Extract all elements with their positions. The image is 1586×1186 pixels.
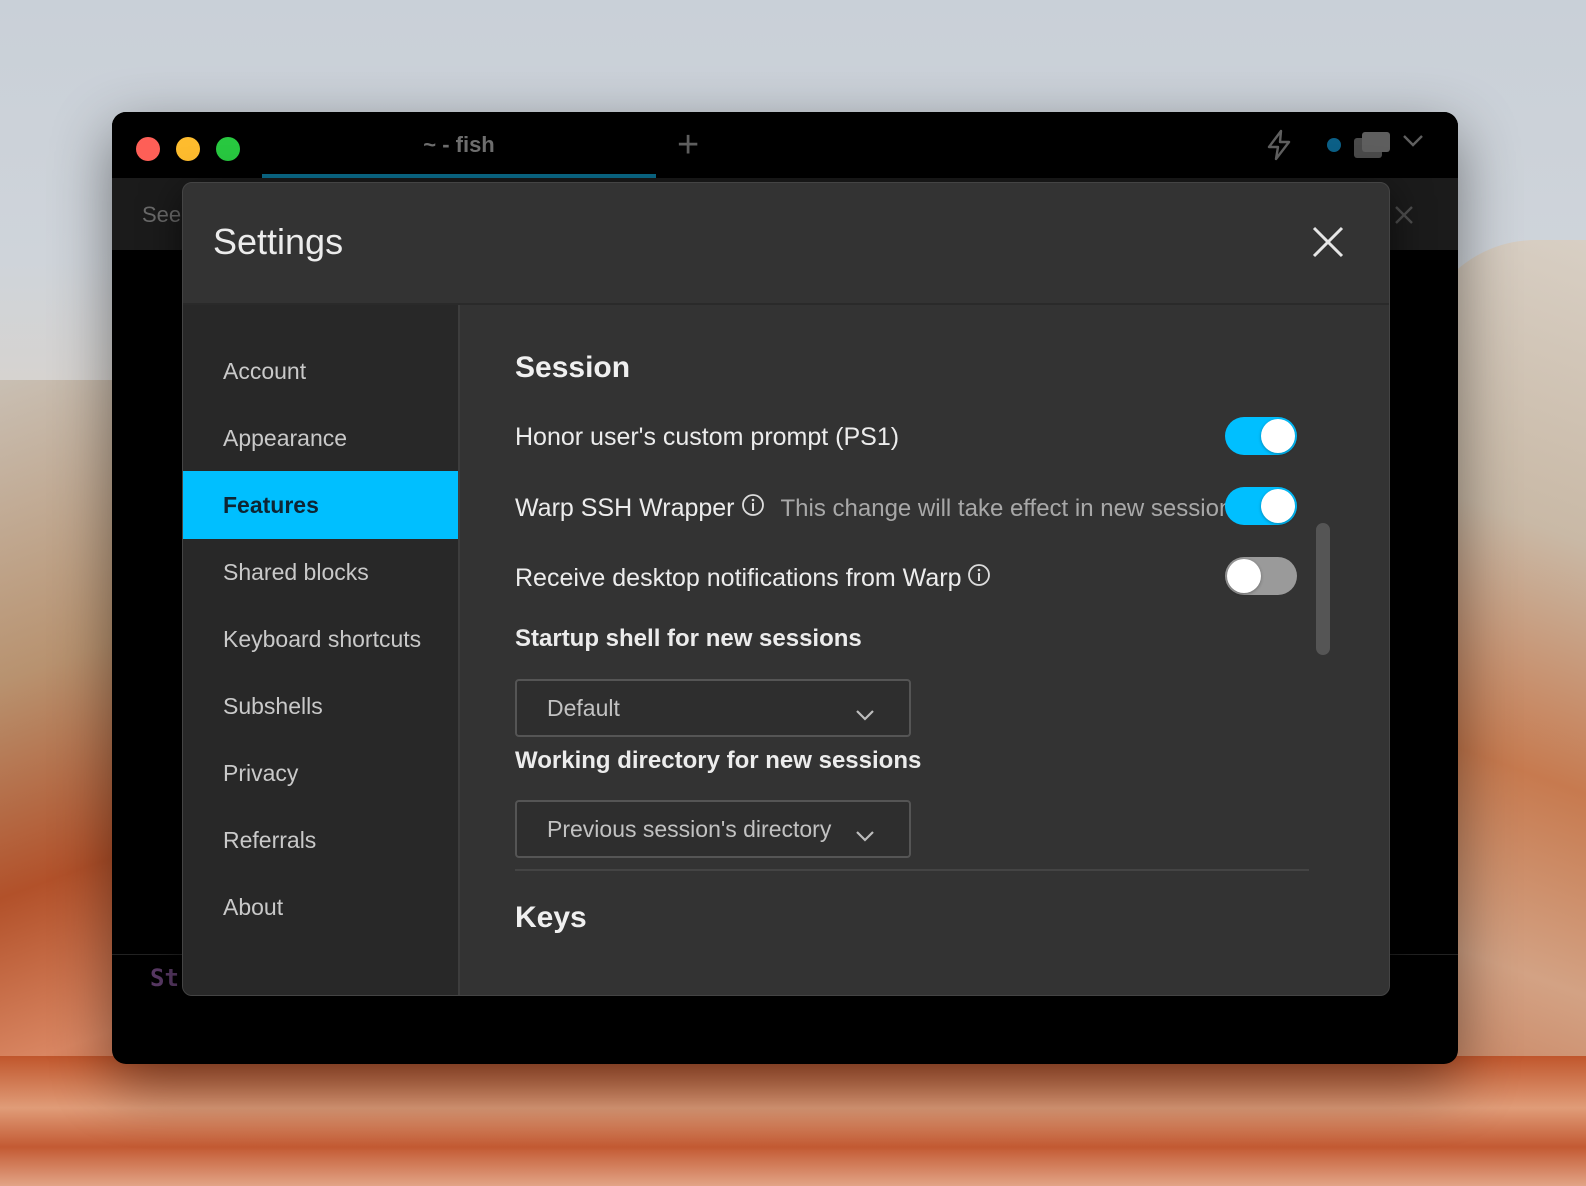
new-tab-button[interactable]: + [677, 126, 699, 164]
startup-shell-value: Default [547, 694, 620, 721]
honor-prompt-row: Honor user's custom prompt (PS1) [515, 423, 899, 452]
chevron-down-icon [855, 822, 875, 849]
startup-shell-label: Startup shell for new sessions [515, 625, 862, 652]
prompt-text: St [150, 964, 179, 992]
notifications-row: Receive desktop notifications from Warp [515, 563, 991, 594]
section-title-session: Session [515, 351, 631, 384]
sidebar-item-label: Referrals [223, 826, 317, 853]
close-icon[interactable] [1394, 205, 1414, 230]
info-icon[interactable] [741, 493, 765, 524]
ssh-wrapper-hint: This change will take effect in new sess… [780, 494, 1245, 522]
sidebar-item-subshells[interactable]: Subshells [183, 672, 458, 740]
sidebar-item-label: Keyboard shortcuts [223, 625, 422, 652]
notifications-label: Receive desktop notifications from Warp [515, 564, 962, 592]
close-window-button[interactable] [136, 137, 160, 161]
minimize-window-button[interactable] [176, 137, 200, 161]
notifications-toggle[interactable] [1225, 557, 1297, 595]
sidebar-item-account[interactable]: Account [183, 337, 458, 405]
sidebar-item-label: Privacy [223, 759, 299, 786]
tab-label: ~ - fish [423, 132, 495, 157]
sync-icon[interactable] [1352, 129, 1394, 166]
info-icon[interactable] [967, 563, 991, 594]
section-title-keys: Keys [515, 901, 587, 934]
working-dir-label: Working directory for new sessions [515, 747, 922, 774]
settings-title: Settings [213, 221, 344, 262]
sidebar-item-referrals[interactable]: Referrals [183, 806, 458, 874]
chevron-down-icon[interactable] [1402, 134, 1424, 153]
settings-content: Session Honor user's custom prompt (PS1)… [460, 305, 1389, 995]
working-dir-value: Previous session's directory [547, 815, 832, 842]
ssh-wrapper-label: Warp SSH Wrapper [515, 494, 735, 522]
settings-modal: Settings Account Appearance Features Sha… [182, 182, 1390, 996]
sidebar-item-keyboard-shortcuts[interactable]: Keyboard shortcuts [183, 605, 458, 673]
sidebar-item-appearance[interactable]: Appearance [183, 404, 458, 472]
title-bar: ~ - fish + [112, 112, 1458, 178]
sidebar-item-label: Account [223, 357, 307, 384]
settings-header: Settings [183, 183, 1389, 305]
chevron-down-icon [855, 701, 875, 728]
sidebar-item-about[interactable]: About [183, 873, 458, 941]
lightning-icon[interactable] [1264, 129, 1294, 166]
tab-fish[interactable]: ~ - fish [262, 112, 656, 178]
honor-prompt-label: Honor user's custom prompt (PS1) [515, 423, 900, 451]
close-icon[interactable] [1311, 225, 1345, 264]
settings-sidebar: Account Appearance Features Shared block… [183, 305, 460, 995]
banner-text: See [142, 202, 182, 227]
desktop-rock-bottom [0, 1056, 1586, 1186]
toggle-knob [1261, 489, 1295, 523]
sidebar-item-label: About [223, 893, 284, 920]
sidebar-item-shared-blocks[interactable]: Shared blocks [183, 538, 458, 606]
sidebar-item-label: Shared blocks [223, 558, 369, 585]
startup-shell-dropdown[interactable]: Default [515, 679, 911, 737]
sidebar-item-label: Features [223, 491, 319, 518]
honor-prompt-toggle[interactable] [1225, 417, 1297, 455]
ssh-wrapper-toggle[interactable] [1225, 487, 1297, 525]
zoom-window-button[interactable] [216, 137, 240, 161]
status-dot [1327, 138, 1341, 152]
sidebar-item-label: Subshells [223, 692, 323, 719]
scrollbar-thumb[interactable] [1316, 523, 1330, 655]
sidebar-item-privacy[interactable]: Privacy [183, 739, 458, 807]
toggle-knob [1227, 559, 1261, 593]
working-dir-dropdown[interactable]: Previous session's directory [515, 800, 911, 858]
ssh-wrapper-row: Warp SSH Wrapper This change will take e… [515, 493, 1244, 524]
sidebar-item-features[interactable]: Features [183, 471, 458, 539]
toggle-knob [1261, 419, 1295, 453]
sidebar-item-label: Appearance [223, 424, 348, 451]
section-divider [515, 869, 1309, 871]
